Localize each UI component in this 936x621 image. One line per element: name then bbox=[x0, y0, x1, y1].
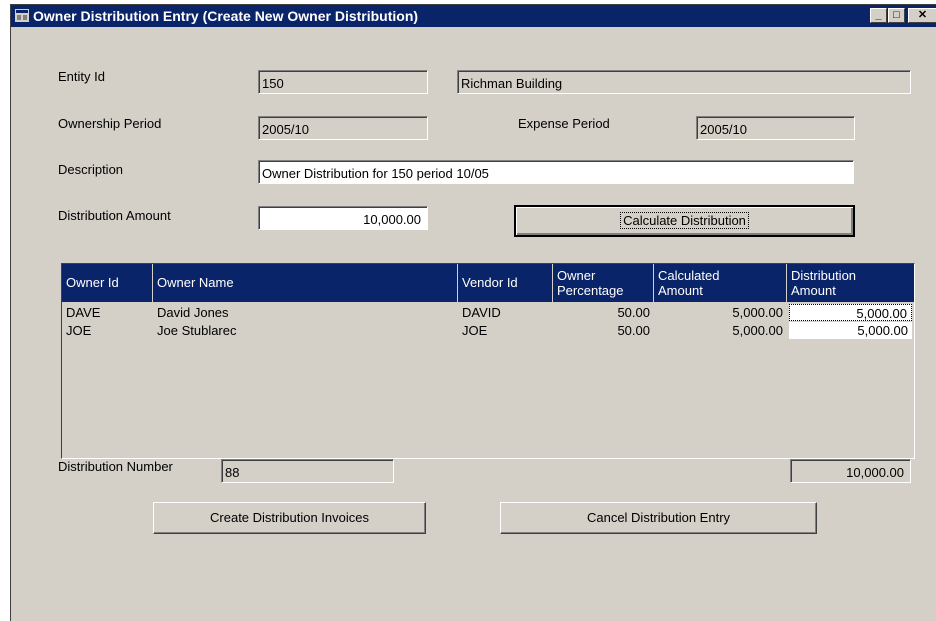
create-distribution-invoices-label: Create Distribution Invoices bbox=[210, 510, 369, 525]
maximize-icon: □ bbox=[893, 9, 900, 21]
cell-owner-percentage: 50.00 bbox=[617, 323, 650, 338]
create-distribution-invoices-button[interactable]: Create Distribution Invoices bbox=[153, 502, 426, 534]
cell-calculated-amount: 5,000.00 bbox=[732, 323, 783, 338]
owner-distribution-window: Owner Distribution Entry (Create New Own… bbox=[10, 4, 936, 621]
cell-owner-percentage: 50.00 bbox=[617, 305, 650, 320]
header-owner-percentage[interactable]: Owner Percentage bbox=[553, 264, 654, 302]
owner-distribution-grid[interactable]: Owner Id Owner Name Vendor Id Owner Perc… bbox=[61, 263, 915, 459]
distribution-number-field[interactable]: 88 bbox=[221, 459, 394, 483]
distribution-amount-label: Distribution Amount bbox=[58, 208, 171, 223]
cell-owner-id: DAVE bbox=[66, 305, 101, 320]
distribution-amount-input[interactable]: 10,000.00 bbox=[258, 206, 428, 230]
cell-vendor-id: JOE bbox=[462, 323, 488, 338]
expense-period-field[interactable]: 2005/10 bbox=[696, 116, 855, 140]
expense-period-label: Expense Period bbox=[518, 116, 610, 131]
entity-id-label: Entity Id bbox=[58, 69, 105, 84]
app-window-icon bbox=[15, 9, 29, 22]
entity-id-field[interactable]: 150 bbox=[258, 70, 428, 94]
cell-owner-id: JOE bbox=[66, 323, 92, 338]
close-icon: ✕ bbox=[917, 9, 928, 21]
calculate-distribution-label: Calculate Distribution bbox=[620, 212, 749, 229]
cancel-distribution-entry-label: Cancel Distribution Entry bbox=[586, 510, 731, 525]
header-distribution-amount[interactable]: Distribution Amount bbox=[787, 264, 914, 302]
ownership-period-field[interactable]: 2005/10 bbox=[258, 116, 428, 140]
cell-calculated-amount: 5,000.00 bbox=[732, 305, 783, 320]
description-label: Description bbox=[58, 162, 124, 177]
calculate-distribution-button[interactable]: Calculate Distribution bbox=[514, 205, 855, 237]
cancel-distribution-entry-button[interactable]: Cancel Distribution Entry bbox=[500, 502, 817, 534]
cell-vendor-id: DAVID bbox=[462, 305, 501, 320]
close-button[interactable]: ✕ bbox=[908, 8, 936, 23]
window-title: Owner Distribution Entry (Create New Own… bbox=[33, 8, 419, 24]
header-calculated-amount[interactable]: Calculated Amount bbox=[654, 264, 787, 302]
distribution-total-field[interactable]: 10,000.00 bbox=[790, 459, 911, 483]
header-owner-name[interactable]: Owner Name bbox=[153, 264, 458, 302]
cell-distribution-amount-input[interactable]: 5,000.00 bbox=[789, 322, 912, 339]
header-owner-id[interactable]: Owner Id bbox=[62, 264, 153, 302]
maximize-button[interactable]: □ bbox=[888, 8, 905, 23]
distribution-number-label: Distribution Number bbox=[58, 459, 173, 474]
minimize-icon: _ bbox=[875, 9, 882, 21]
ownership-period-label: Ownership Period bbox=[58, 116, 162, 131]
cell-distribution-amount-input[interactable]: 5,000.00 bbox=[789, 304, 912, 321]
minimize-button[interactable]: _ bbox=[870, 8, 887, 23]
entity-name-field[interactable]: Richman Building bbox=[457, 70, 911, 94]
header-vendor-id[interactable]: Vendor Id bbox=[458, 264, 553, 302]
cell-owner-name: David Jones bbox=[157, 305, 229, 320]
cell-owner-name: Joe Stublarec bbox=[157, 323, 237, 338]
description-input[interactable]: Owner Distribution for 150 period 10/05 bbox=[258, 160, 854, 184]
title-bar[interactable]: Owner Distribution Entry (Create New Own… bbox=[11, 5, 936, 27]
